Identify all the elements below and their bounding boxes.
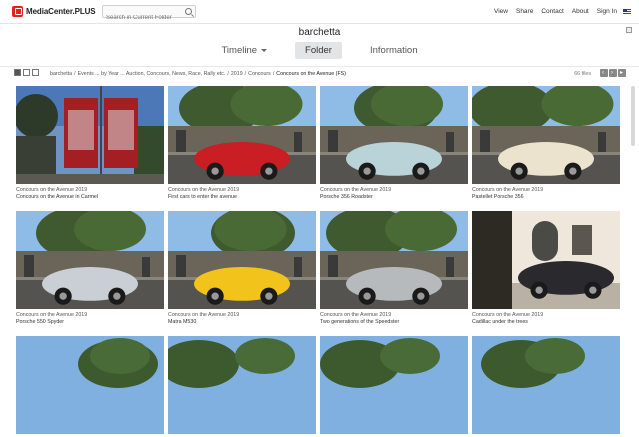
photo-caption: First cars to enter the avenue	[168, 194, 237, 200]
search-icon[interactable]	[185, 8, 192, 15]
photo-caption: Concours on the Avenue in Carmel	[16, 194, 99, 200]
photo-card[interactable]: Concours on the Avenue 2019 Matra M530	[168, 211, 316, 326]
photo-caption: Porsche 356 Roadster	[320, 194, 373, 200]
tab-folder[interactable]: Folder	[295, 42, 342, 59]
slideshow-icon[interactable]: ▸	[618, 69, 626, 77]
logo-text: MediaCenter.PLUS	[26, 7, 96, 16]
photo-card[interactable]: Concours on the Avenue 2019 Porsche 356 R…	[320, 86, 468, 201]
photo-caption: Pastellet Porsche 356	[472, 194, 524, 200]
photo-thumbnail[interactable]	[472, 211, 620, 309]
breadcrumb-bar: barchetta / Events ... by Year ... Auctio…	[0, 66, 639, 80]
photo-thumbnail[interactable]	[168, 211, 316, 309]
photo-folder-label: Concours on the Avenue 2019	[168, 312, 240, 318]
photo-folder-label: Concours on the Avenue 2019	[472, 312, 544, 318]
photo-card[interactable]	[168, 336, 316, 437]
photo-caption: Cadillac under the trees	[472, 319, 528, 325]
page-title: barchetta	[298, 27, 341, 38]
photo-folder-label: Concours on the Avenue 2019	[320, 312, 392, 318]
photo-caption: Matra M530	[168, 319, 197, 325]
photo-thumbnail[interactable]	[16, 336, 164, 434]
nav-about[interactable]: About	[572, 8, 589, 15]
view-mode-buttons	[14, 69, 39, 76]
photo-card[interactable]	[472, 336, 620, 437]
photo-thumbnail[interactable]	[16, 86, 164, 184]
file-count: 66 files	[574, 71, 591, 77]
grid-view-icon[interactable]	[14, 69, 21, 76]
tab-timeline[interactable]: Timeline	[211, 42, 277, 59]
photo-caption: Two generations of the Speedster	[320, 319, 400, 325]
breadcrumb: barchetta / Events ... by Year ... Auctio…	[50, 71, 346, 77]
breadcrumb-current: Concours on the Avenue (FS)	[276, 71, 346, 77]
photo-thumbnail[interactable]	[472, 336, 620, 434]
tab-label: Timeline	[221, 45, 258, 56]
photo-card[interactable]	[16, 336, 164, 437]
tab-information[interactable]: Information	[360, 42, 428, 59]
tab-label: Folder	[305, 45, 332, 56]
view-tabs: Timeline Folder Information	[0, 42, 639, 59]
language-flag-icon[interactable]	[623, 9, 631, 15]
photo-card[interactable]: Concours on the Avenue 2019 Two generatio…	[320, 211, 468, 326]
breadcrumb-item[interactable]: Events ... by Year ... Auction, Concours…	[78, 71, 226, 77]
photo-card[interactable]: Concours on the Avenue 2019 Pastellet Por…	[472, 86, 620, 201]
list-view-icon[interactable]	[23, 69, 30, 76]
top-bar: MediaCenter.PLUS View Share Contact Abou…	[0, 0, 639, 24]
photo-folder-label: Concours on the Avenue 2019	[320, 187, 392, 193]
next-page-icon[interactable]: ›	[609, 69, 617, 77]
photo-thumbnail[interactable]	[320, 86, 468, 184]
prev-page-icon[interactable]: ‹	[600, 69, 608, 77]
photo-folder-label: Concours on the Avenue 2019	[16, 312, 88, 318]
logo-icon	[12, 6, 23, 17]
photo-thumbnail[interactable]	[472, 86, 620, 184]
photo-folder-label: Concours on the Avenue 2019	[168, 187, 240, 193]
nav-view[interactable]: View	[494, 8, 508, 15]
photo-card[interactable]	[320, 336, 468, 437]
settings-icon[interactable]	[32, 69, 39, 76]
logo[interactable]: MediaCenter.PLUS	[12, 6, 96, 17]
breadcrumb-item[interactable]: barchetta	[50, 71, 72, 77]
photo-card[interactable]: Concours on the Avenue 2019 Concours on t…	[16, 86, 164, 201]
search-input[interactable]	[103, 12, 181, 24]
breadcrumb-item[interactable]: 2019	[231, 71, 243, 77]
photo-thumbnail[interactable]	[168, 336, 316, 434]
nav-contact[interactable]: Contact	[541, 8, 563, 15]
tab-label: Information	[369, 45, 418, 56]
chevron-down-icon	[261, 49, 268, 52]
photo-folder-label: Concours on the Avenue 2019	[16, 187, 88, 193]
scrollbar[interactable]	[631, 86, 635, 146]
nav-sign-in[interactable]: Sign In	[597, 8, 617, 15]
breadcrumb-item[interactable]: Concours	[248, 71, 271, 77]
photo-thumbnail[interactable]	[16, 211, 164, 309]
search-box[interactable]	[102, 5, 196, 24]
photo-card[interactable]: Concours on the Avenue 2019 Porsche 550 S…	[16, 211, 164, 326]
photo-thumbnail[interactable]	[320, 336, 468, 434]
photo-thumbnail[interactable]	[320, 211, 468, 309]
photo-card[interactable]: Concours on the Avenue 2019 First cars to…	[168, 86, 316, 201]
pager: ‹ › ▸	[600, 69, 626, 77]
photo-caption: Porsche 550 Spyder	[16, 319, 64, 325]
photo-card[interactable]: Concours on the Avenue 2019 Cadillac unde…	[472, 211, 620, 326]
photo-thumbnail[interactable]	[168, 86, 316, 184]
top-nav: View Share Contact About Sign In	[494, 8, 617, 15]
nav-share[interactable]: Share	[516, 8, 533, 15]
photo-folder-label: Concours on the Avenue 2019	[472, 187, 544, 193]
